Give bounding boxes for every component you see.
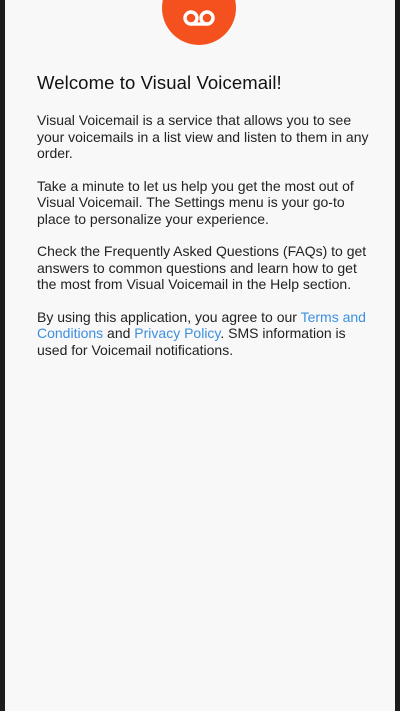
voicemail-icon <box>183 10 215 26</box>
terms-conjunction: and <box>103 325 135 341</box>
privacy-policy-link[interactable]: Privacy Policy <box>134 325 220 341</box>
welcome-screen: Welcome to Visual Voicemail! Visual Voic… <box>5 0 395 711</box>
app-logo <box>162 0 236 45</box>
settings-paragraph: Take a minute to let us help you get the… <box>37 177 354 227</box>
terms-paragraph: By using this application, you agree to … <box>37 309 372 359</box>
intro-paragraph: Visual Voicemail is a service that allow… <box>37 112 369 161</box>
faq-paragraph: Check the Frequently Asked Questions (FA… <box>37 243 367 292</box>
page-title: Welcome to Visual Voicemail! <box>37 72 282 93</box>
welcome-content: Welcome to Visual Voicemail! Visual Voic… <box>37 72 372 374</box>
terms-prefix: By using this application, you agree to … <box>37 308 301 325</box>
